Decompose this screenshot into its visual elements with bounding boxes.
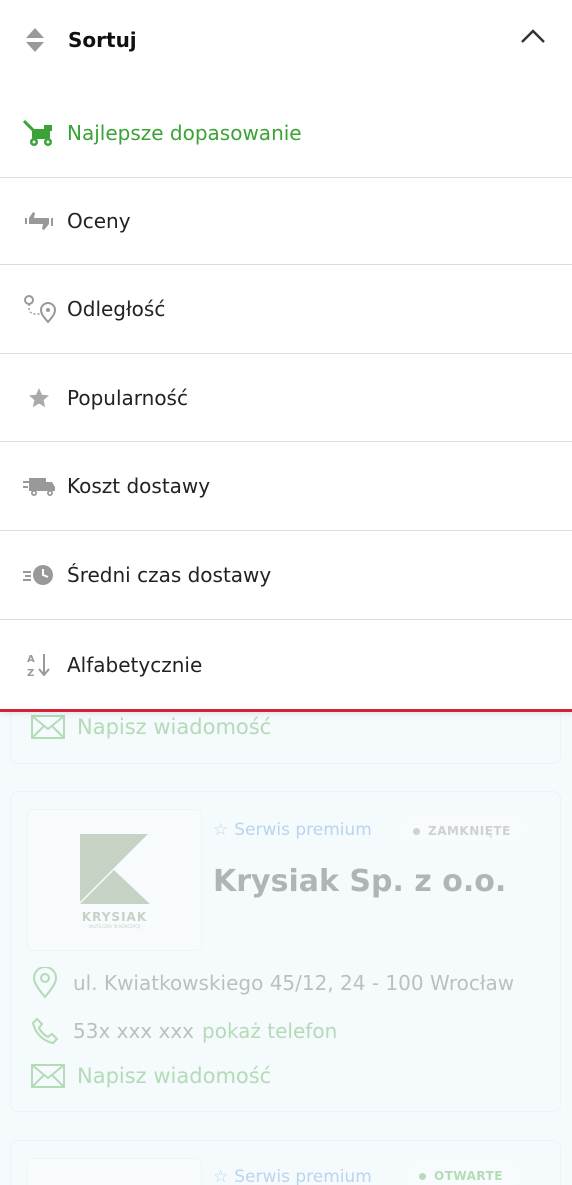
sort-option-label: Średni czas dostawy: [67, 563, 272, 587]
address-row: ul. Kwiatkowskiego 45/12, 24 - 100 Wrocł…: [31, 967, 514, 999]
svg-text:A: A: [27, 654, 35, 665]
company-name[interactable]: Krysiak Sp. z o.o.: [213, 864, 506, 899]
premium-label: ☆ Serwis premium: [213, 820, 372, 840]
sort-option-label: Najlepsze dopasowanie: [67, 120, 302, 145]
sort-dropdown: Sortuj Najlepsze dopasowanie Oceny Odleg…: [0, 0, 572, 712]
status-badge: OTWARTE: [403, 1161, 519, 1185]
sort-updown-icon: [26, 28, 44, 52]
sort-option-label: Popularność: [67, 385, 188, 410]
sort-option-alphabetical[interactable]: AZ Alfabetycznie: [0, 620, 572, 709]
sort-option-label: Odległość: [67, 297, 166, 321]
clock-fast-icon: [22, 560, 56, 590]
sort-option-delivery-cost[interactable]: Koszt dostawy: [0, 442, 572, 531]
phone-row: 53x xxx xxx pokaż telefon: [31, 1017, 337, 1045]
listing-card: KRYSIAK SKUTECZNY W KONCEPCJI ☆ Serwis p…: [10, 791, 561, 1112]
sort-title: Sortuj: [68, 28, 137, 52]
sort-header[interactable]: Sortuj: [0, 0, 572, 80]
sort-option-label: Alfabetycznie: [67, 652, 203, 677]
premium-label: ☆ Serwis premium: [213, 1167, 372, 1185]
lawnmower-icon: [22, 118, 56, 148]
star-icon: [22, 383, 56, 413]
show-phone-link[interactable]: pokaż telefon: [202, 1019, 337, 1043]
listing-card: ☆ Serwis premium OTWARTE: [10, 1140, 561, 1185]
sort-option-avg-delivery-time[interactable]: Średni czas dostawy: [0, 531, 572, 620]
envelope-icon: [31, 715, 65, 739]
status-badge: ZAMKNIĘTE: [397, 816, 527, 846]
company-logo: KRYSIAK SKUTECZNY W KONCEPCJI: [27, 809, 202, 951]
company-logo: [27, 1158, 202, 1185]
phone-icon: [31, 1017, 59, 1045]
write-message-link[interactable]: Napisz wiadomość: [31, 715, 271, 739]
write-message-label: Napisz wiadomość: [77, 1064, 272, 1088]
sort-option-distance[interactable]: Odległość: [0, 265, 572, 354]
sort-option-label: Koszt dostawy: [67, 474, 211, 498]
location-pin-icon: [32, 967, 58, 999]
envelope-icon: [31, 1064, 65, 1088]
write-message-link[interactable]: Napisz wiadomość: [31, 1064, 271, 1088]
route-pin-icon: [22, 294, 56, 324]
sort-option-popularity[interactable]: Popularność: [0, 354, 572, 442]
write-message-label: Napisz wiadomość: [77, 715, 272, 739]
svg-text:Z: Z: [27, 668, 34, 679]
truck-icon: [22, 471, 56, 501]
chevron-up-icon[interactable]: [520, 28, 546, 44]
sort-option-label: Oceny: [67, 209, 131, 233]
thumbs-icon: [22, 206, 56, 236]
star-outline-icon: ☆: [213, 820, 229, 840]
sort-az-icon: AZ: [22, 650, 56, 680]
star-outline-icon: ☆: [213, 1167, 229, 1185]
sort-option-ratings[interactable]: Oceny: [0, 178, 572, 265]
sort-option-best-match[interactable]: Najlepsze dopasowanie: [0, 88, 572, 178]
